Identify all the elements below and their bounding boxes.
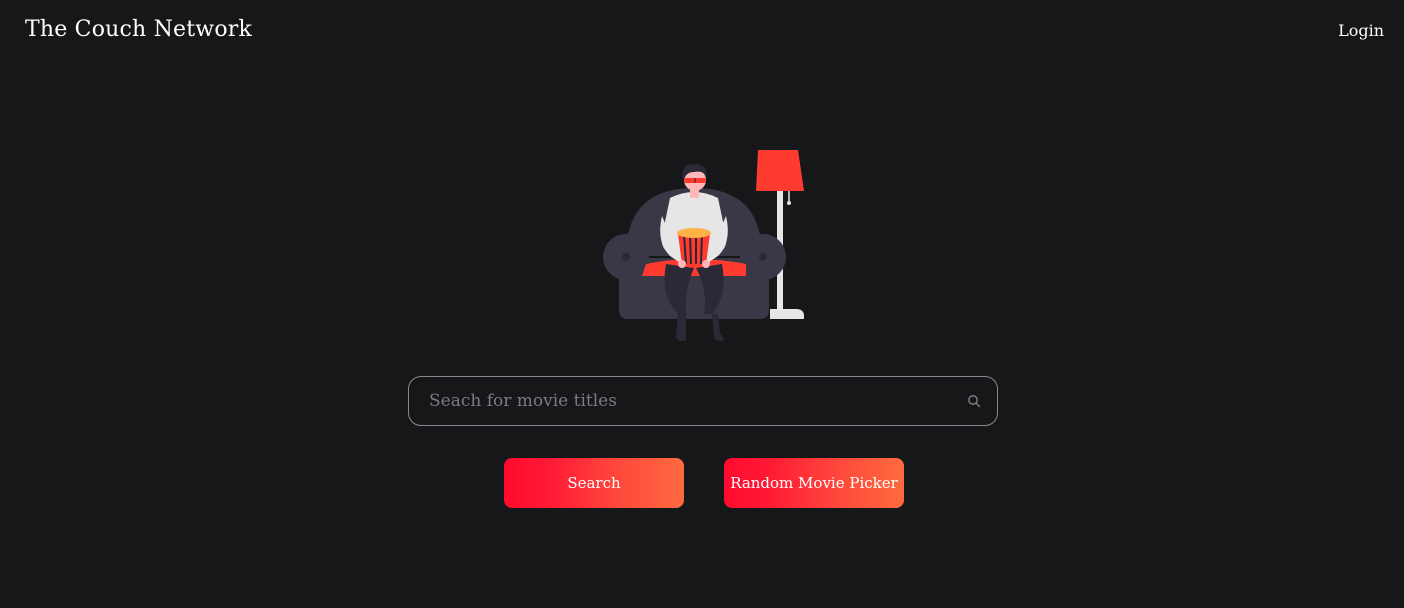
home-page: The Couch Network Login Seach for movie … xyxy=(0,0,1404,608)
hero-illustration xyxy=(603,150,804,341)
random-movie-picker-button[interactable]: Random Movie Picker xyxy=(724,458,904,508)
search-button[interactable]: Search xyxy=(504,458,684,508)
brand-logo[interactable]: The Couch Network xyxy=(25,17,252,42)
search-input[interactable] xyxy=(429,377,949,425)
search-icon[interactable] xyxy=(967,394,981,408)
login-link[interactable]: Login xyxy=(1338,21,1384,40)
search-bar[interactable] xyxy=(408,376,998,426)
